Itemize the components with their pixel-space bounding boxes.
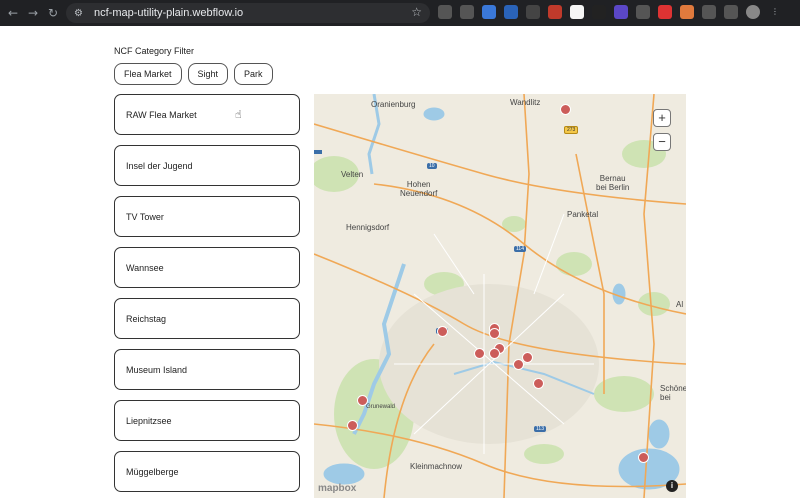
place-label: Wandlitz [510,98,541,107]
extension-icon[interactable] [526,5,540,19]
map-marker[interactable] [638,452,649,463]
location-card[interactable]: Insel der Jugend [114,145,300,186]
extension-icon[interactable] [680,5,694,19]
map-marker[interactable] [489,348,500,359]
location-list: RAW Flea Market Insel der Jugend TV Towe… [114,94,300,502]
avatar[interactable] [746,5,760,19]
place-label: Bernau bei Berlin [596,174,630,192]
location-card[interactable]: Reichstag [114,298,300,339]
camera-icon[interactable] [438,5,452,19]
zoom-out-button[interactable]: − [653,133,671,151]
map-marker[interactable] [489,328,500,339]
map[interactable]: Oranienburg Wandlitz Velten Hohen Neuend… [314,94,686,498]
extension-icon[interactable] [592,5,606,19]
lens-icon[interactable] [460,5,474,19]
mapbox-logo[interactable]: mapbox [318,483,356,494]
road-shield: 10 [427,163,437,169]
history-icon[interactable] [724,5,738,19]
extension-icon[interactable] [548,5,562,19]
road-shield: 113 [534,426,546,432]
place-label: Hennigsdorf [346,223,390,232]
location-card[interactable]: Müggelberge [114,451,300,492]
chip-sight[interactable]: Sight [187,63,229,85]
location-card[interactable]: RAW Flea Market [114,94,300,135]
map-marker[interactable] [357,395,368,406]
place-label: Kleinmachnow [410,462,463,471]
arrow-left-icon[interactable]: ← [6,6,20,20]
place-label: Oranienburg [371,100,416,109]
zoom-in-button[interactable]: + [653,109,671,127]
hand-cursor-icon: ☝ [235,108,242,121]
extensions-bar: ⋮ [438,5,782,19]
chip-park[interactable]: Park [234,63,273,85]
puzzle-icon[interactable] [702,5,716,19]
url-text: ncf-map-utility-plain.webflow.io [94,7,244,19]
reload-icon[interactable]: ↻ [46,6,60,20]
place-label: Panketal [567,210,599,219]
extension-icon[interactable] [614,5,628,19]
road-shield: 273 [564,126,579,134]
place-label: Hohen Neuendorf [400,180,438,198]
arrow-right-icon[interactable]: → [26,6,40,20]
map-marker[interactable] [474,348,485,359]
place-label: Schöne bei [660,384,686,402]
extension-icon[interactable] [504,5,518,19]
map-marker[interactable] [533,378,544,389]
location-card[interactable]: Liepnitzsee [114,400,300,441]
map-marker[interactable] [560,104,571,115]
address-bar[interactable]: ⚙ ncf-map-utility-plain.webflow.io ☆ [66,3,430,23]
place-label: Velten [341,170,364,179]
location-card[interactable]: Wannsee [114,247,300,288]
extension-icon[interactable] [636,5,650,19]
map-marker[interactable] [347,420,358,431]
map-marker[interactable] [513,359,524,370]
site-settings-icon[interactable]: ⚙ [74,8,90,19]
extension-icon[interactable] [482,5,496,19]
category-chips: Flea Market Sight Park [114,63,273,85]
extension-icon[interactable] [570,5,584,19]
chip-flea-market[interactable]: Flea Market [114,63,182,85]
extension-icon[interactable] [658,5,672,19]
place-label: Al [676,300,684,309]
menu-icon[interactable]: ⋮ [768,5,782,19]
location-card[interactable]: TV Tower [114,196,300,237]
place-label: Grunewald [366,404,396,410]
info-icon[interactable]: i [666,480,678,492]
bookmark-star-icon[interactable]: ☆ [411,5,422,19]
road-shield: 114 [514,246,526,252]
filter-title: NCF Category Filter [114,46,195,56]
map-marker[interactable] [522,352,533,363]
map-base [314,94,686,498]
map-marker[interactable] [437,326,448,337]
browser-toolbar: ← → ↻ ⚙ ncf-map-utility-plain.webflow.io… [0,0,800,26]
page: NCF Category Filter Flea Market Sight Pa… [0,26,800,498]
location-card[interactable]: Museum Island [114,349,300,390]
